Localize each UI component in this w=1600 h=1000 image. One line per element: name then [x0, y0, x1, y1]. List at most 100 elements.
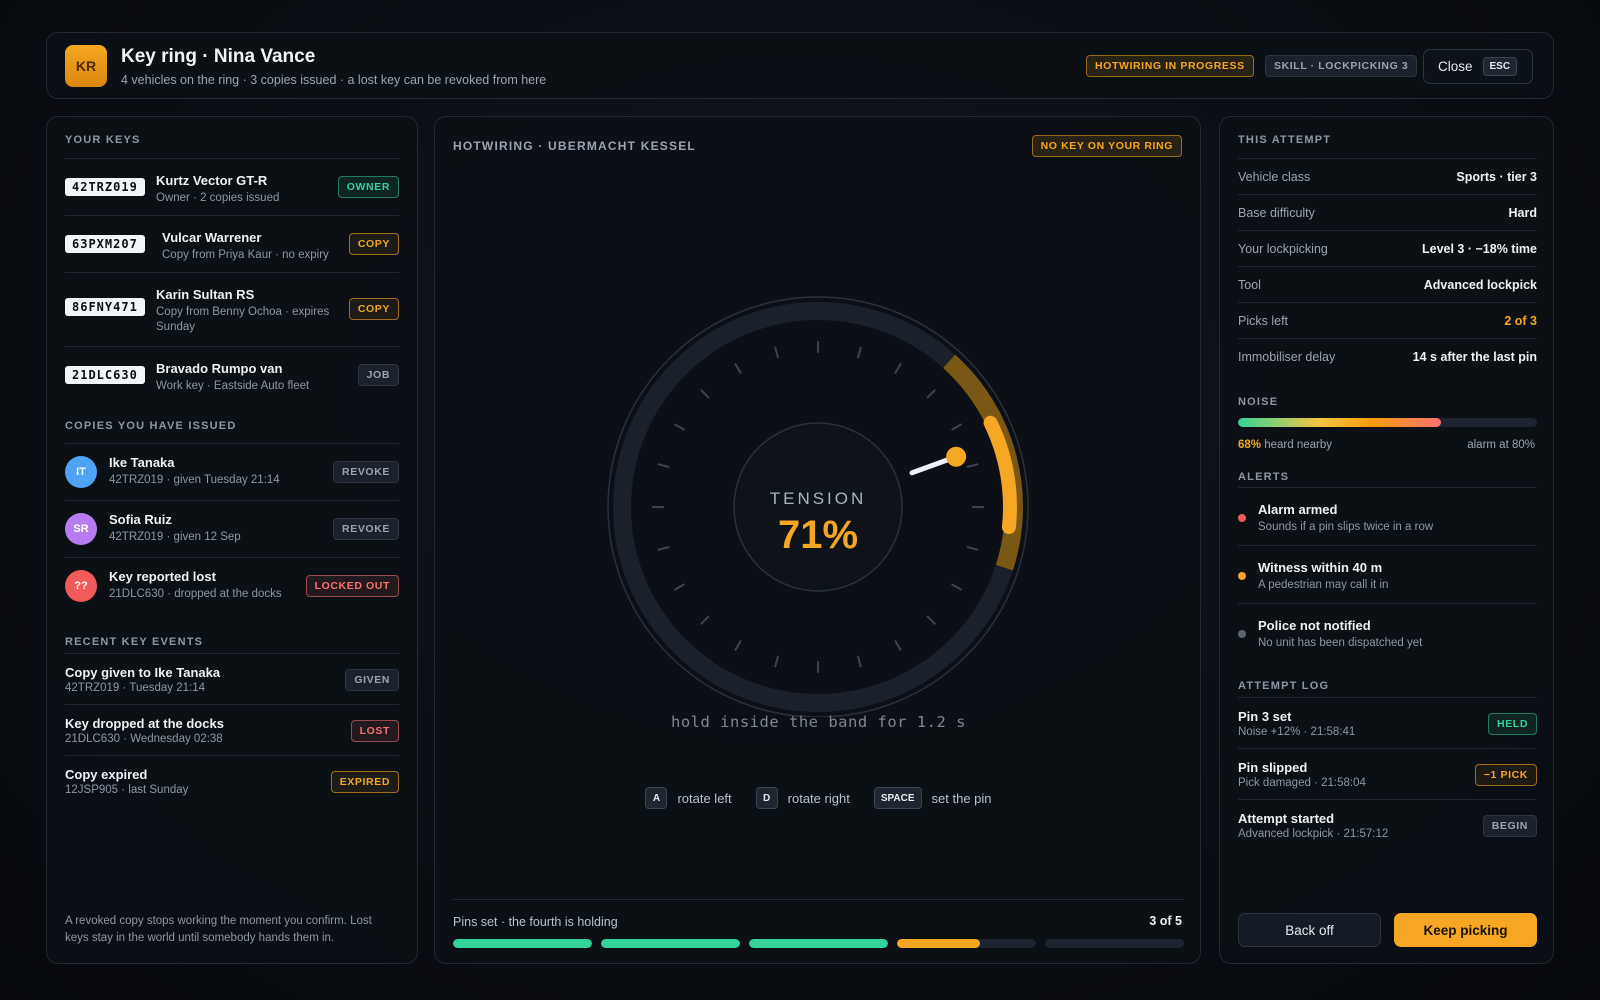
control-hints: A rotate left D rotate right SPACE set t…: [435, 787, 1202, 809]
noise-heading: NOISE: [1238, 396, 1279, 408]
row-label: Base difficulty: [1238, 205, 1315, 220]
alert-title: Witness within 40 m: [1258, 560, 1383, 575]
dial-tick: [966, 546, 979, 551]
row-value: Level 3 · −18% time: [1422, 241, 1537, 256]
skill-badge: SKILL · LOCKPICKING 3: [1265, 55, 1418, 77]
event-title: Copy given to Ike Tanaka: [65, 665, 221, 680]
police-status-dot: [1238, 630, 1246, 638]
noise-meter: [1238, 418, 1537, 427]
license-plate: 86FNY471: [65, 298, 145, 316]
pin-fill: [453, 939, 592, 948]
esc-key-hint: ESC: [1482, 57, 1518, 76]
noise-text: heard nearby: [1264, 439, 1333, 451]
close-button-label: Close: [1438, 59, 1473, 74]
locked-out-badge: LOCKED OUT: [305, 575, 399, 597]
key-detail: Work key · Eastside Auto fleet: [156, 380, 310, 392]
noise-threshold: alarm at 80%: [1467, 439, 1535, 451]
pin-bar-2: [601, 939, 740, 948]
copy-detail: 42TRZ019 · given 12 Sep: [109, 531, 241, 543]
event-row: Key dropped at the docks 21DLC630 · Wedn…: [65, 704, 399, 755]
this-attempt-heading: THIS ATTEMPT: [1238, 134, 1332, 146]
key-row[interactable]: 21DLC630 Bravado Rumpo van Work key · Ea…: [65, 346, 399, 403]
event-row: Copy expired 12JSP905 · last Sunday EXPI…: [65, 755, 399, 806]
job-badge: JOB: [357, 364, 399, 386]
key-row[interactable]: 63PXM207 Vulcar Warrener Copy from Priya…: [65, 215, 399, 272]
pin-fill: [601, 939, 740, 948]
pins-progress: [453, 939, 1184, 948]
lost-key-row: ?? Key reported lost 21DLC630 · dropped …: [65, 557, 399, 614]
noise-readout: 68% heard nearby: [1238, 439, 1332, 451]
minus-pick-badge: −1 PICK: [1474, 764, 1537, 786]
log-row: Pin slipped Pick damaged · 21:58:04 −1 P…: [1238, 748, 1537, 799]
attempt-row-difficulty: Base difficulty Hard: [1238, 194, 1537, 230]
tension-label: TENSION: [770, 489, 867, 508]
tension-hint: hold inside the band for 1.2 s: [671, 713, 966, 731]
license-plate: 63PXM207: [65, 235, 145, 253]
hotwiring-status-badge: HOTWIRING IN PROGRESS: [1086, 55, 1254, 77]
license-plate: 42TRZ019: [65, 178, 145, 196]
row-label: Vehicle class: [1238, 169, 1311, 184]
alerts-heading: ALERTS: [1238, 471, 1290, 483]
header-bar: KR Key ring · Nina Vance 4 vehicles on t…: [46, 32, 1554, 99]
key-ring-panel: YOUR KEYS 42TRZ019 Kurtz Vector GT-R Own…: [46, 116, 418, 964]
event-detail: 21DLC630 · Wednesday 02:38: [65, 733, 223, 745]
attempt-row-picks-left: Picks left 2 of 3: [1238, 302, 1537, 338]
lost-key-detail: 21DLC630 · dropped at the docks: [109, 588, 282, 600]
license-plate: 21DLC630: [65, 366, 145, 384]
dial-tick: [734, 640, 742, 651]
event-detail: 42TRZ019 · Tuesday 21:14: [65, 682, 205, 694]
set-pin-label: set the pin: [931, 790, 992, 806]
dial-tick: [700, 615, 710, 625]
key-row[interactable]: 42TRZ019 Kurtz Vector GT-R Owner · 2 cop…: [65, 158, 399, 215]
avatar: SR: [65, 513, 97, 545]
dial-tick: [894, 363, 902, 374]
pin-fill: [897, 939, 981, 948]
revoke-button[interactable]: REVOKE: [333, 461, 399, 483]
alert-row: Witness within 40 m A pedestrian may cal…: [1238, 545, 1537, 603]
event-detail: 12JSP905 · last Sunday: [65, 784, 189, 796]
revoke-button[interactable]: REVOKE: [333, 518, 399, 540]
avatar: IT: [65, 456, 97, 488]
tension-needle-tip: [946, 446, 967, 467]
key-detail: Owner · 2 copies issued: [156, 192, 280, 204]
divider: [453, 899, 1184, 900]
attempt-row-tool: Tool Advanced lockpick: [1238, 266, 1537, 302]
back-off-button[interactable]: Back off: [1238, 913, 1381, 947]
copy-badge: COPY: [348, 298, 399, 320]
key-detail: Copy from Benny Ochoa · expires Sunday: [156, 306, 330, 333]
key-row[interactable]: 86FNY471 Karin Sultan RS Copy from Benny…: [65, 272, 399, 346]
event-row: Copy given to Ike Tanaka 42TRZ019 · Tues…: [65, 653, 399, 704]
dial-tick: [951, 423, 962, 431]
your-keys-heading: YOUR KEYS: [65, 134, 141, 146]
dial-tick: [857, 655, 862, 668]
issued-copy-row: IT Ike Tanaka 42TRZ019 · given Tuesday 2…: [65, 443, 399, 500]
lost-key-avatar: ??: [65, 570, 97, 602]
key-detail: Copy from Priya Kaur · no expiry: [162, 249, 329, 261]
tension-dial[interactable]: TENSION 71%: [435, 117, 1202, 717]
dial-tick: [734, 363, 742, 374]
key-space-hint: SPACE: [873, 787, 922, 809]
close-button[interactable]: Close ESC: [1423, 49, 1533, 84]
alert-row: Police not notified No unit has been dis…: [1238, 603, 1537, 661]
tension-value: 71%: [778, 513, 858, 557]
copies-issued-heading: COPIES YOU HAVE ISSUED: [65, 420, 237, 432]
issued-copy-row: SR Sofia Ruiz 42TRZ019 · given 12 Sep RE…: [65, 500, 399, 557]
alert-row: Alarm armed Sounds if a pin slips twice …: [1238, 487, 1537, 545]
pin-bar-4: [897, 939, 1036, 948]
alert-detail: A pedestrian may call it in: [1258, 579, 1389, 591]
row-label: Picks left: [1238, 313, 1289, 328]
holder-name: Sofia Ruiz: [109, 512, 172, 527]
row-label: Tool: [1238, 277, 1261, 292]
attempt-row-immobiliser: Immobiliser delay 14 s after the last pin: [1238, 338, 1537, 374]
row-value: Sports · tier 3: [1456, 169, 1537, 184]
page-subtitle: 4 vehicles on the ring · 3 copies issued…: [121, 73, 547, 87]
key-ring-avatar: KR: [65, 45, 107, 87]
keep-picking-button[interactable]: Keep picking: [1394, 913, 1537, 947]
hotwiring-panel: HOTWIRING · UBERMACHT KESSEL NO KEY ON Y…: [434, 116, 1201, 964]
holder-name: Ike Tanaka: [109, 455, 175, 470]
row-label: Your lockpicking: [1238, 241, 1328, 256]
dial-tick: [657, 546, 670, 551]
owner-badge: OWNER: [337, 176, 399, 198]
row-value: 2 of 3: [1504, 313, 1537, 328]
key-d-hint: D: [755, 787, 778, 809]
